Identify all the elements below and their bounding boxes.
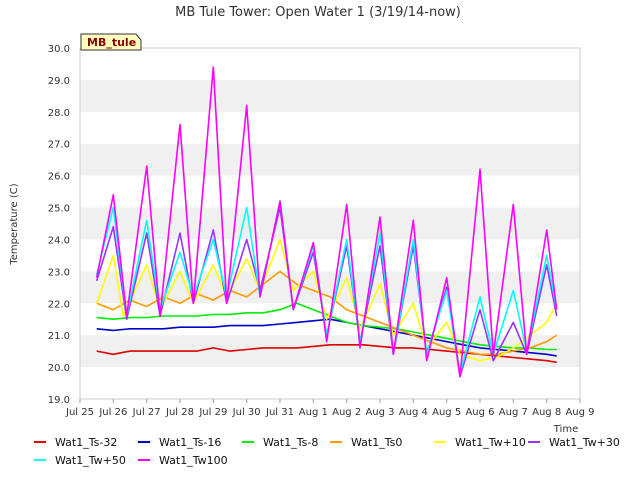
- x-tick-label: Aug 3: [365, 407, 394, 418]
- x-tick-label: Aug 2: [332, 407, 361, 418]
- y-tick-label: 27.0: [48, 140, 70, 151]
- grid-band: [80, 143, 580, 176]
- legend: Wat1_Ts-32 Wat1_Ts-16 Wat1_Ts-8 Wat1_Ts0 Wat…: [34, 436, 620, 467]
- chart-title: MB Tule Tower: Open Water 1 (3/19/14-now…: [175, 5, 461, 20]
- x-tick-label: Aug 7: [499, 407, 528, 418]
- legend-label: Wat1_Ts-8: [263, 436, 318, 449]
- y-tick-label: 21.0: [48, 331, 70, 342]
- x-tick-label: Jul 31: [265, 407, 294, 418]
- y-tick-label: 30.0: [48, 44, 70, 55]
- x-tick-label: Jul 26: [98, 407, 127, 418]
- x-tick-label: Aug 9: [565, 407, 594, 418]
- legend-label: Wat1_Tw100: [159, 454, 228, 467]
- chart: MB Tule Tower: Open Water 1 (3/19/14-now…: [9, 5, 620, 467]
- x-tick-label: Aug 1: [299, 407, 328, 418]
- x-axis-label: Time: [553, 424, 578, 435]
- y-tick-label: 25.0: [48, 204, 70, 215]
- legend-label: Wat1_Ts-16: [159, 436, 221, 449]
- x-tick-label: Jul 28: [165, 407, 194, 418]
- x-tick-label: Jul 29: [198, 407, 227, 418]
- y-tick-label: 24.0: [48, 235, 70, 246]
- grid-band: [80, 79, 580, 112]
- x-tick-label: Aug 8: [532, 407, 561, 418]
- y-tick-label: 26.0: [48, 172, 70, 183]
- y-tick-label: 29.0: [48, 76, 70, 87]
- badge-label: MB_tule: [87, 36, 136, 49]
- y-tick-label: 19.0: [48, 395, 70, 406]
- x-tick-label: Aug 6: [465, 407, 494, 418]
- x-tick-label: Aug 5: [432, 407, 461, 418]
- x-tick-label: Jul 27: [132, 407, 161, 418]
- legend-label: Wat1_Tw+50: [55, 454, 126, 467]
- legend-label: Wat1_Ts0: [351, 436, 402, 449]
- grid-band: [80, 48, 580, 80]
- x-tick-label: Aug 4: [399, 407, 428, 418]
- y-tick-label: 28.0: [48, 108, 70, 119]
- y-tick-label: 23.0: [48, 267, 70, 278]
- grid-band: [80, 175, 580, 208]
- station-badge: MB_tule: [80, 33, 142, 51]
- y-tick-label: 20.0: [48, 363, 70, 374]
- legend-label: Wat1_Tw+30: [549, 436, 620, 449]
- legend-label: Wat1_Ts-32: [55, 436, 117, 449]
- grid-band: [80, 207, 580, 240]
- legend-label: Wat1_Tw+10: [455, 436, 526, 449]
- x-axis: Jul 25 Jul 26 Jul 27 Jul 28 Jul 29 Jul 30 Jul …: [65, 399, 595, 418]
- grid-band: [80, 367, 580, 399]
- y-axis: 19.0 20.0 21.0 22.0 23.0 24.0 25.0 26.0 27.0 28.0…: [48, 44, 70, 406]
- x-tick-label: Jul 25: [65, 407, 94, 418]
- y-tick-label: 22.0: [48, 299, 70, 310]
- y-axis-label: Temperature (C): [9, 183, 20, 265]
- x-tick-label: Jul 30: [232, 407, 261, 418]
- grid-band: [80, 111, 580, 144]
